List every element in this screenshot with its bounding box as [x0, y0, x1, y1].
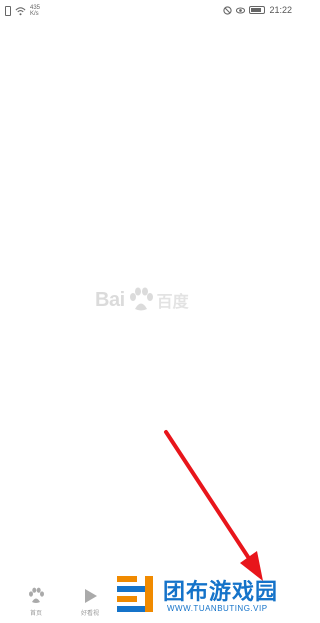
- logo-text: Bai: [95, 288, 125, 311]
- status-right: 21:22: [223, 5, 292, 15]
- status-bar: 435 K/s 21:22: [0, 0, 300, 24]
- watermark-title: 团布游戏园: [163, 579, 279, 604]
- wifi-icon: [15, 7, 26, 16]
- nav-label-home: 首页: [29, 611, 42, 617]
- sim-card-icon: [5, 6, 11, 16]
- watermark-url: WWW.TUANBUTING.VIP: [167, 604, 268, 613]
- logo-chinese-text: 百度: [156, 294, 189, 311]
- bottom-nav: 首页 好看视: [0, 585, 130, 623]
- baidu-paw-icon: [129, 287, 153, 311]
- net-speed-unit: K/s: [30, 11, 39, 17]
- watermark: 团布游戏园 WWW.TUANBUTING.VIP: [115, 572, 295, 620]
- paw-icon: [29, 587, 44, 603]
- nav-label-video: 好看视: [80, 611, 99, 617]
- battery-icon: [249, 6, 266, 14]
- baidu-splash-logo: Bai 百度: [95, 287, 189, 313]
- status-left: 435 K/s: [5, 5, 40, 17]
- nav-item-home[interactable]: 首页: [16, 587, 56, 617]
- net-speed: 435 K/s: [30, 5, 40, 17]
- nav-item-video[interactable]: 好看视: [70, 587, 110, 617]
- clock-time: 21:22: [269, 5, 292, 15]
- no-disturb-icon: [223, 5, 233, 15]
- play-icon: [85, 589, 97, 603]
- eye-icon: [236, 6, 246, 14]
- watermark-logo-icon: [117, 576, 153, 612]
